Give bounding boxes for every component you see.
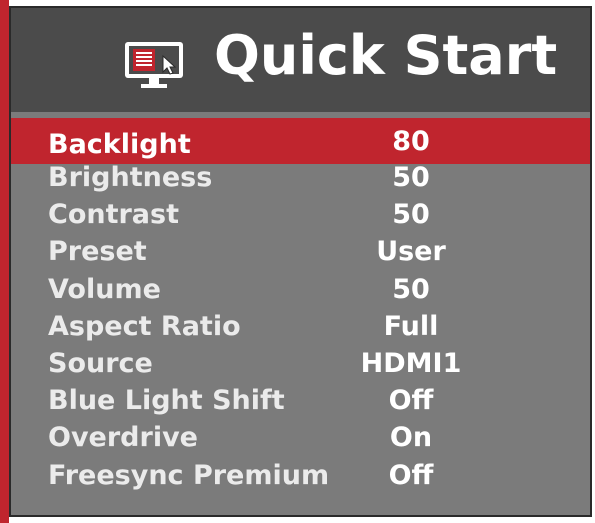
menu-item-label: Freesync Premium [48,459,330,491]
menu-item-label: Volume [48,273,161,305]
menu-item-label: Source [48,347,153,379]
menu-item-value: On [389,422,433,454]
menu-item-label: Contrast [48,199,180,231]
menu-item-freesync-premium[interactable]: Freesync Premium Off [11,456,590,493]
header-bar: Quick Start [11,8,590,112]
menu-item-value: Off [388,459,434,491]
menu-item-source[interactable]: Source HDMI1 [11,344,590,381]
menu-item-label: Blue Light Shift [48,385,285,417]
menu-item-label: Aspect Ratio [48,310,241,342]
menu-item-aspect-ratio[interactable]: Aspect Ratio Full [11,307,590,344]
menu-item-overdrive[interactable]: Overdrive On [11,418,590,455]
page-title: Quick Start [214,24,558,87]
menu-item-volume[interactable]: Volume 50 [11,270,590,307]
menu-item-value: HDMI1 [360,347,462,379]
menu-item-blue-light-shift[interactable]: Blue Light Shift Off [11,381,590,418]
quick-start-menu: Backlight 80 Brightness 50 Contrast 50 P… [11,118,590,493]
quick-start-panel: Quick Start Backlight 80 Brightness 50 C… [9,6,592,517]
menu-item-label: Backlight [48,129,191,160]
menu-item-value: User [376,236,446,268]
menu-item-value: Full [383,310,439,342]
menu-item-label: Overdrive [48,422,198,454]
osd-screen: Quick Start Backlight 80 Brightness 50 C… [0,0,595,523]
left-accent-bar [0,0,9,523]
menu-item-contrast[interactable]: Contrast 50 [11,195,590,232]
menu-item-value: 50 [392,162,430,193]
menu-item-brightness[interactable]: Brightness 50 [11,158,590,195]
menu-item-value: 50 [392,199,430,231]
menu-item-label: Brightness [48,162,213,193]
menu-item-value: Off [388,385,434,417]
menu-item-label: Preset [48,236,147,268]
menu-item-value: 50 [392,273,430,305]
menu-item-preset[interactable]: Preset User [11,232,590,269]
quick-start-menu-icon [125,42,183,88]
menu-item-value: 80 [392,126,430,157]
